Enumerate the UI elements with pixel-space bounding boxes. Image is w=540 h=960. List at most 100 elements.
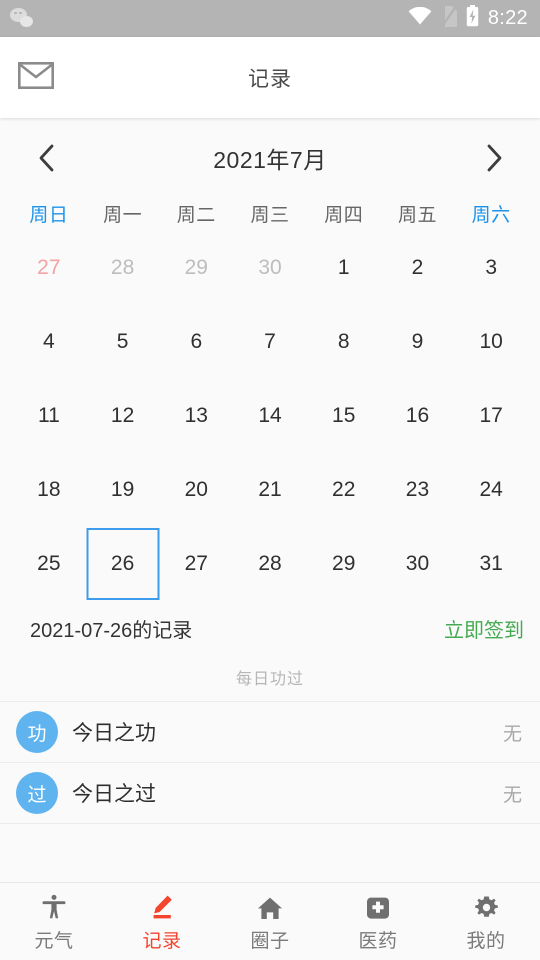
list-item-value: 无 [502,723,522,745]
calendar-week-row: 4 5 6 7 8 9 10 [12,305,528,379]
record-list: 功 今日之功 无 过 今日之过 无 [0,701,540,824]
calendar-day-number: 29 [184,256,208,279]
calendar-day[interactable]: 4 [12,305,86,379]
accessibility-person-icon [41,894,67,920]
calendar-day[interactable]: 13 [159,379,233,453]
calendar-day-selected[interactable]: 26 [86,527,160,601]
calendar-day[interactable]: 28 [86,231,160,305]
next-month-button[interactable] [474,138,514,178]
nav-label: 元气 [34,931,74,952]
calendar-day[interactable]: 19 [86,453,160,527]
calendar-day-number: 28 [258,552,282,575]
calendar-day-number: 5 [116,330,129,353]
calendar-day[interactable]: 11 [12,379,86,453]
calendar-day[interactable]: 14 [233,379,307,453]
calendar-day[interactable]: 29 [159,231,233,305]
calendar-day-number: 18 [37,478,61,501]
fault-badge-icon: 过 [16,772,58,814]
calendar-day[interactable]: 9 [381,305,455,379]
calendar-day[interactable]: 18 [12,453,86,527]
calendar-day-number: 3 [485,256,498,279]
list-item-merit[interactable]: 功 今日之功 无 [0,702,540,763]
record-date-label: 2021-07-26的记录 [30,619,193,642]
calendar-day-number: 26 [110,552,135,575]
calendar-day[interactable]: 30 [381,527,455,601]
calendar-day[interactable]: 1 [307,231,381,305]
calendar-day-number: 20 [184,478,208,501]
calendar-day-number: 27 [184,552,208,575]
nav-item-jilu[interactable]: 记录 [108,883,216,960]
status-bar: 8:22 [0,0,540,37]
calendar-day-number: 4 [43,330,55,353]
nav-item-yiyao[interactable]: 医药 [324,883,432,960]
calendar-day-number: 30 [258,256,282,279]
calendar-grid: 27 28 29 30 1 2 3 4 5 6 7 8 9 10 11 12 13 14 15 16 17 18 19 20 2… [0,231,540,601]
calendar-day-number: 16 [405,404,430,427]
home-icon [257,894,283,920]
status-bar-clock: 8:22 [487,7,528,29]
calendar-day-number: 28 [110,256,135,279]
calendar-day[interactable]: 27 [159,527,233,601]
calendar-day-number: 27 [37,256,61,279]
sign-in-button[interactable]: 立即签到 [444,614,524,643]
calendar-day-number: 7 [264,330,276,353]
mail-button[interactable] [0,37,64,118]
calendar-day-number: 9 [411,330,424,353]
calendar-day[interactable]: 29 [307,527,381,601]
weekday-sat: 周六 [471,205,511,226]
prev-month-button[interactable] [26,138,66,178]
weekday-mon: 周一 [103,205,143,226]
calendar-day[interactable]: 16 [381,379,455,453]
calendar-day[interactable]: 3 [454,231,528,305]
weekday-sun: 周日 [29,205,69,226]
status-bar-left [10,7,36,30]
calendar-day-number: 17 [479,404,503,427]
calendar-day[interactable]: 12 [86,379,160,453]
gear-icon [474,894,499,920]
calendar-day[interactable]: 10 [454,305,528,379]
nav-item-yuanqi[interactable]: 元气 [0,883,108,960]
calendar-header: 2021年7月 [0,122,540,194]
calendar-day[interactable]: 6 [159,305,233,379]
calendar-day-number: 19 [110,478,135,501]
calendar-day[interactable]: 24 [454,453,528,527]
calendar-day[interactable]: 20 [159,453,233,527]
daily-merit-section-label: 每日功过 [235,671,304,688]
calendar-day-number: 21 [258,478,282,501]
calendar-day-number: 12 [110,404,135,427]
calendar-day[interactable]: 28 [233,527,307,601]
calendar-day[interactable]: 8 [307,305,381,379]
calendar-day[interactable]: 7 [233,305,307,379]
calendar-day-number: 30 [405,552,430,575]
calendar-week-row: 18 19 20 21 22 23 24 [12,453,528,527]
nav-item-wode[interactable]: 我的 [432,883,540,960]
calendar-day-number: 2 [411,256,424,279]
calendar-day-number: 10 [479,330,503,353]
calendar-day[interactable]: 21 [233,453,307,527]
nav-label: 记录 [142,931,182,952]
calendar-day-number: 6 [190,330,203,353]
app-root: 8:22 记录 2021年7月 周日 周一 周二 周三 周四 周五 周六 27 … [0,0,540,960]
weekday-fri: 周五 [397,205,437,226]
calendar-day-number: 23 [405,478,430,501]
calendar-day[interactable]: 27 [12,231,86,305]
calendar-day[interactable]: 5 [86,305,160,379]
nav-item-quanzi[interactable]: 圈子 [216,883,324,960]
calendar-day-number: 15 [332,404,356,427]
medical-kit-icon [366,894,390,920]
calendar-day[interactable]: 2 [381,231,455,305]
calendar-day[interactable]: 31 [454,527,528,601]
title-bar: 记录 [0,37,540,118]
bottom-navigation: 元气 记录 圈子 医药 我的 [0,882,540,960]
calendar-week-row: 11 12 13 14 15 16 17 [12,379,528,453]
list-item-fault[interactable]: 过 今日之过 无 [0,763,540,824]
calendar-day[interactable]: 30 [233,231,307,305]
calendar-day[interactable]: 25 [12,527,86,601]
calendar-day[interactable]: 23 [381,453,455,527]
calendar-day[interactable]: 22 [307,453,381,527]
calendar-day[interactable]: 17 [454,379,528,453]
sim-card-off-icon [440,5,457,32]
calendar-day[interactable]: 15 [307,379,381,453]
calendar-day-number: 31 [479,552,503,575]
record-header: 2021-07-26的记录 立即签到 [0,601,540,649]
